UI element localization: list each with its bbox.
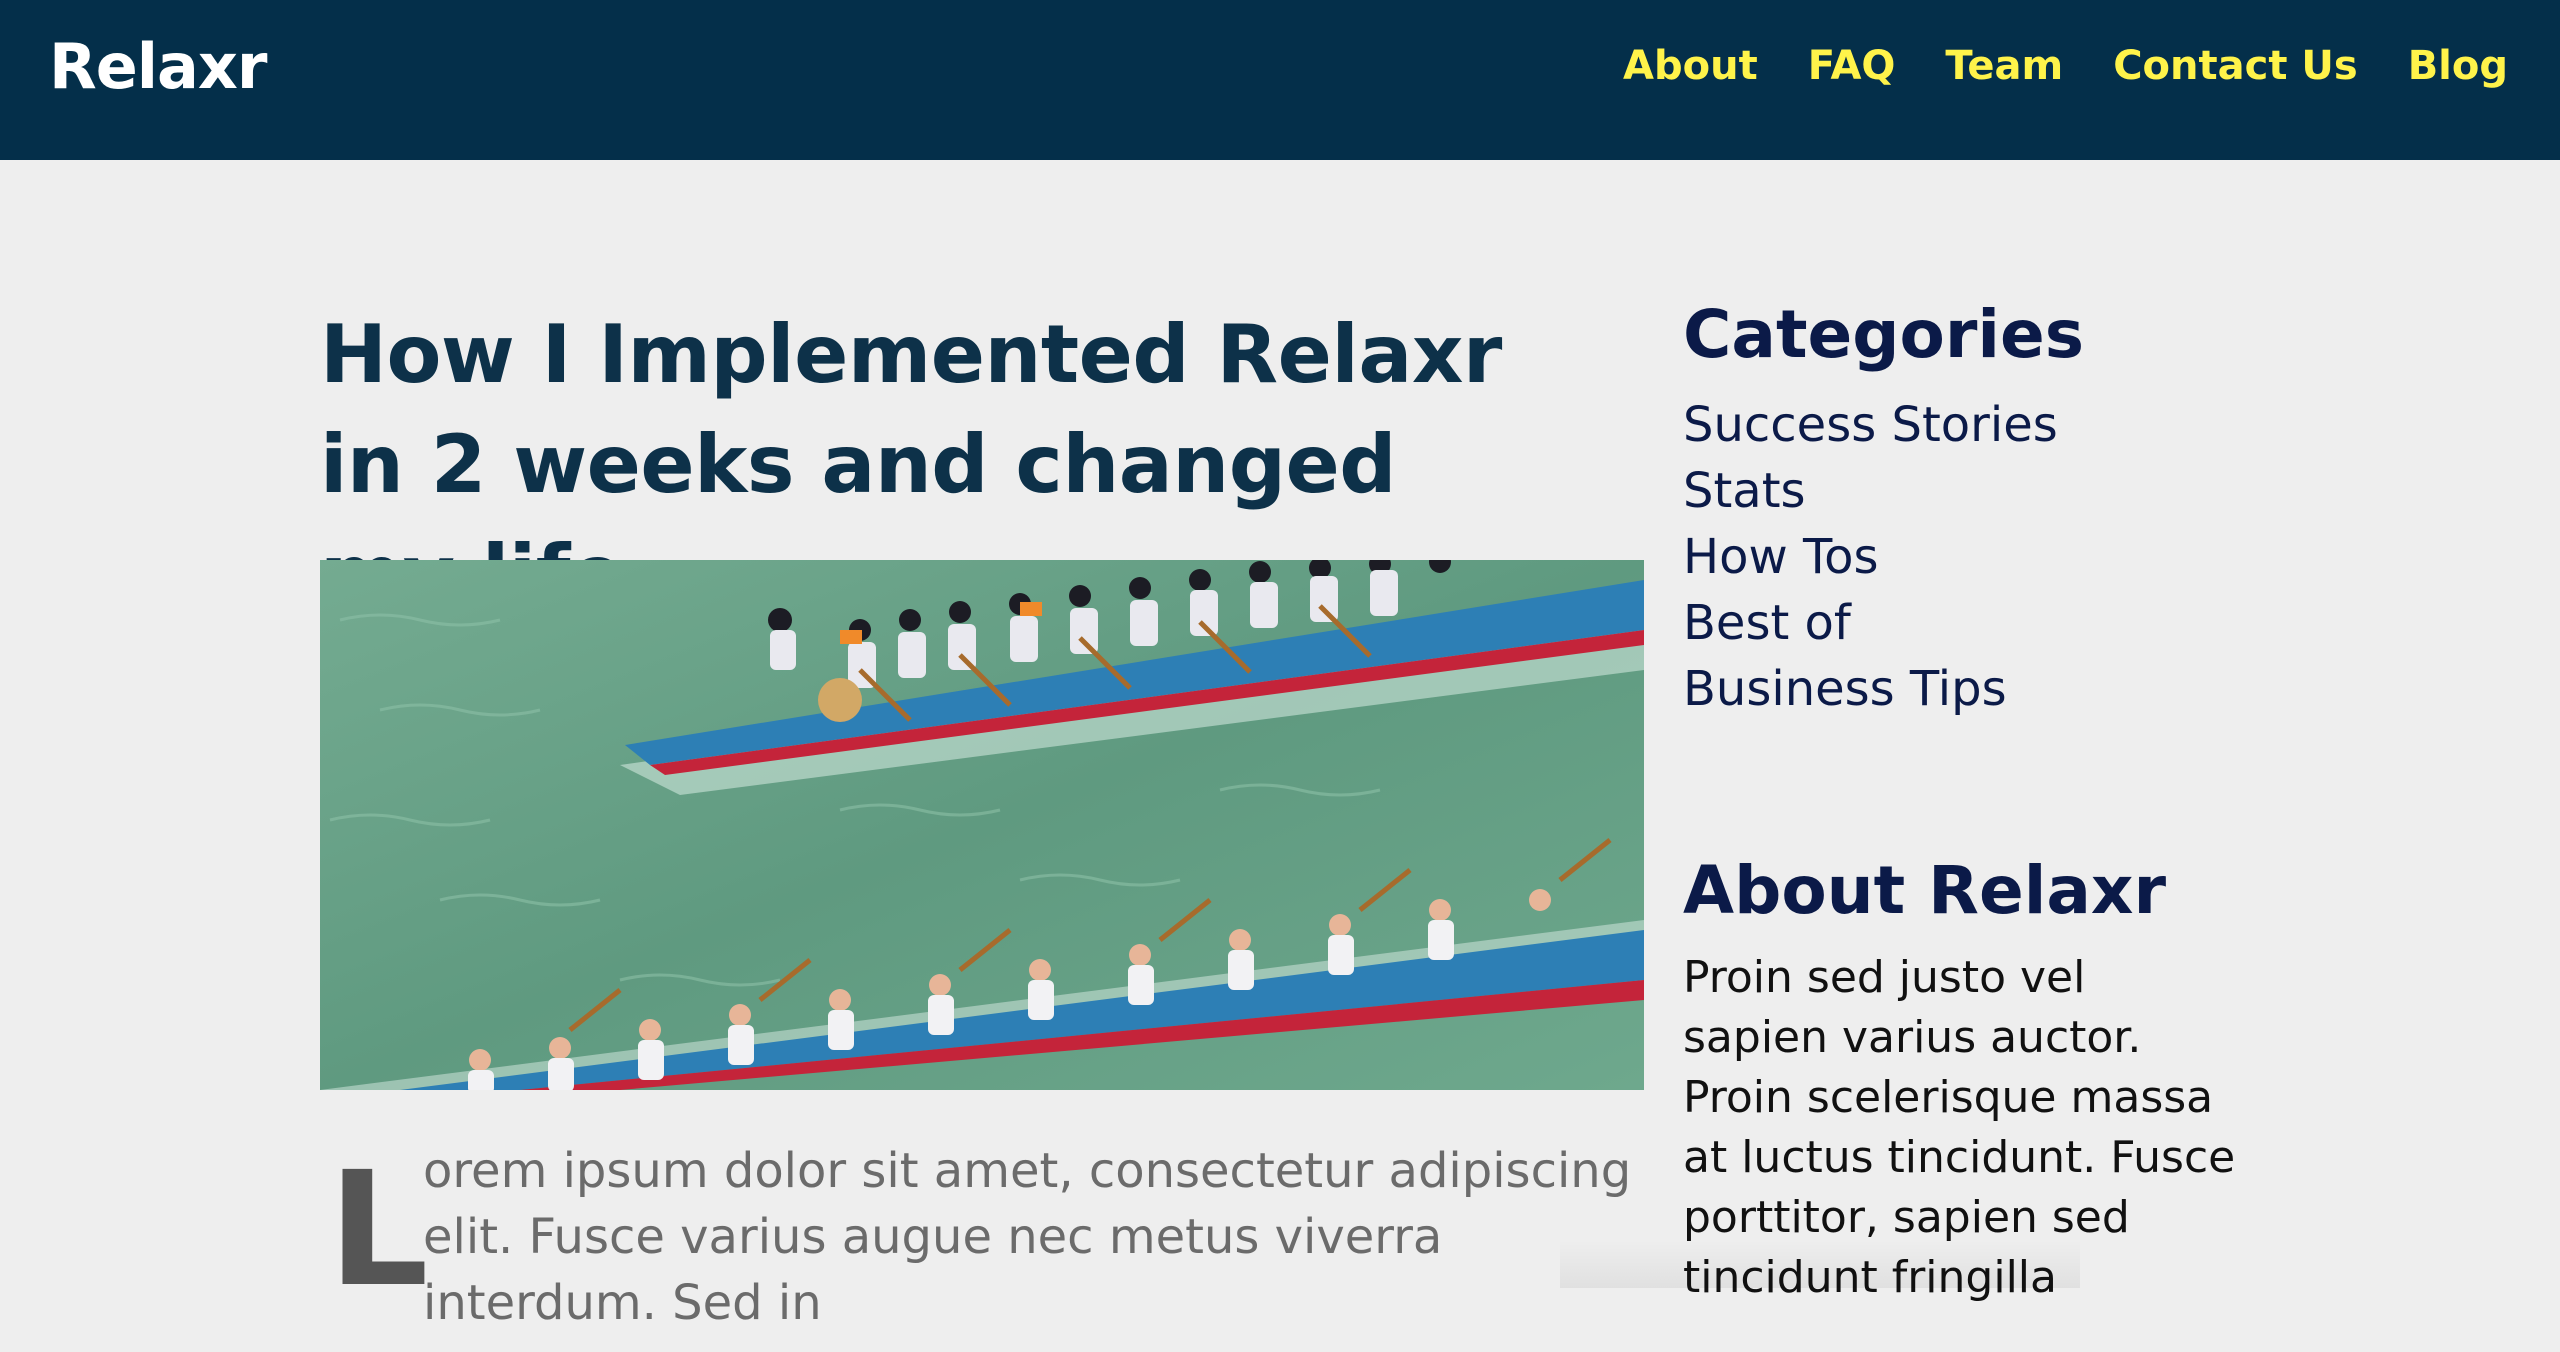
category-link-best-of[interactable]: Best of [1683,590,2283,656]
nav-link-faq[interactable]: FAQ [1808,40,1896,92]
blog-post: How I Implemented Relaxr in 2 weeks and … [320,300,1645,1331]
hero-image [320,560,1644,1090]
post-intro-text: orem ipsum dolor sit amet, consectetur a… [423,1143,1632,1331]
nav-link-blog[interactable]: Blog [2408,40,2508,92]
top-navigation-bar: Relaxr About FAQ Team Contact Us Blog [0,0,2560,160]
category-link-business-tips[interactable]: Business Tips [1683,656,2283,722]
about-relaxr-text: Proin sed justo vel sapien varius auctor… [1683,952,2236,1303]
categories-list: Success Stories Stats How Tos Best of Bu… [1683,392,2283,722]
sidebar: Categories Success Stories Stats How Tos… [1683,290,2283,1352]
nav-link-team[interactable]: Team [1945,40,2063,92]
dragon-boat-race-image [320,560,1644,1090]
categories-heading: Categories [1683,296,2085,373]
drop-cap: L [328,1138,429,1322]
about-relaxr-heading: About Relaxr [1683,852,2167,929]
main-nav: About FAQ Team Contact Us Blog [1623,40,2508,92]
site-logo[interactable]: Relaxr [49,30,267,103]
category-link-stats[interactable]: Stats [1683,458,2283,524]
category-link-success-stories[interactable]: Success Stories [1683,392,2283,458]
category-link-how-tos[interactable]: How Tos [1683,524,2283,590]
nav-link-about[interactable]: About [1623,40,1758,92]
nav-link-contact-us[interactable]: Contact Us [2113,40,2357,92]
